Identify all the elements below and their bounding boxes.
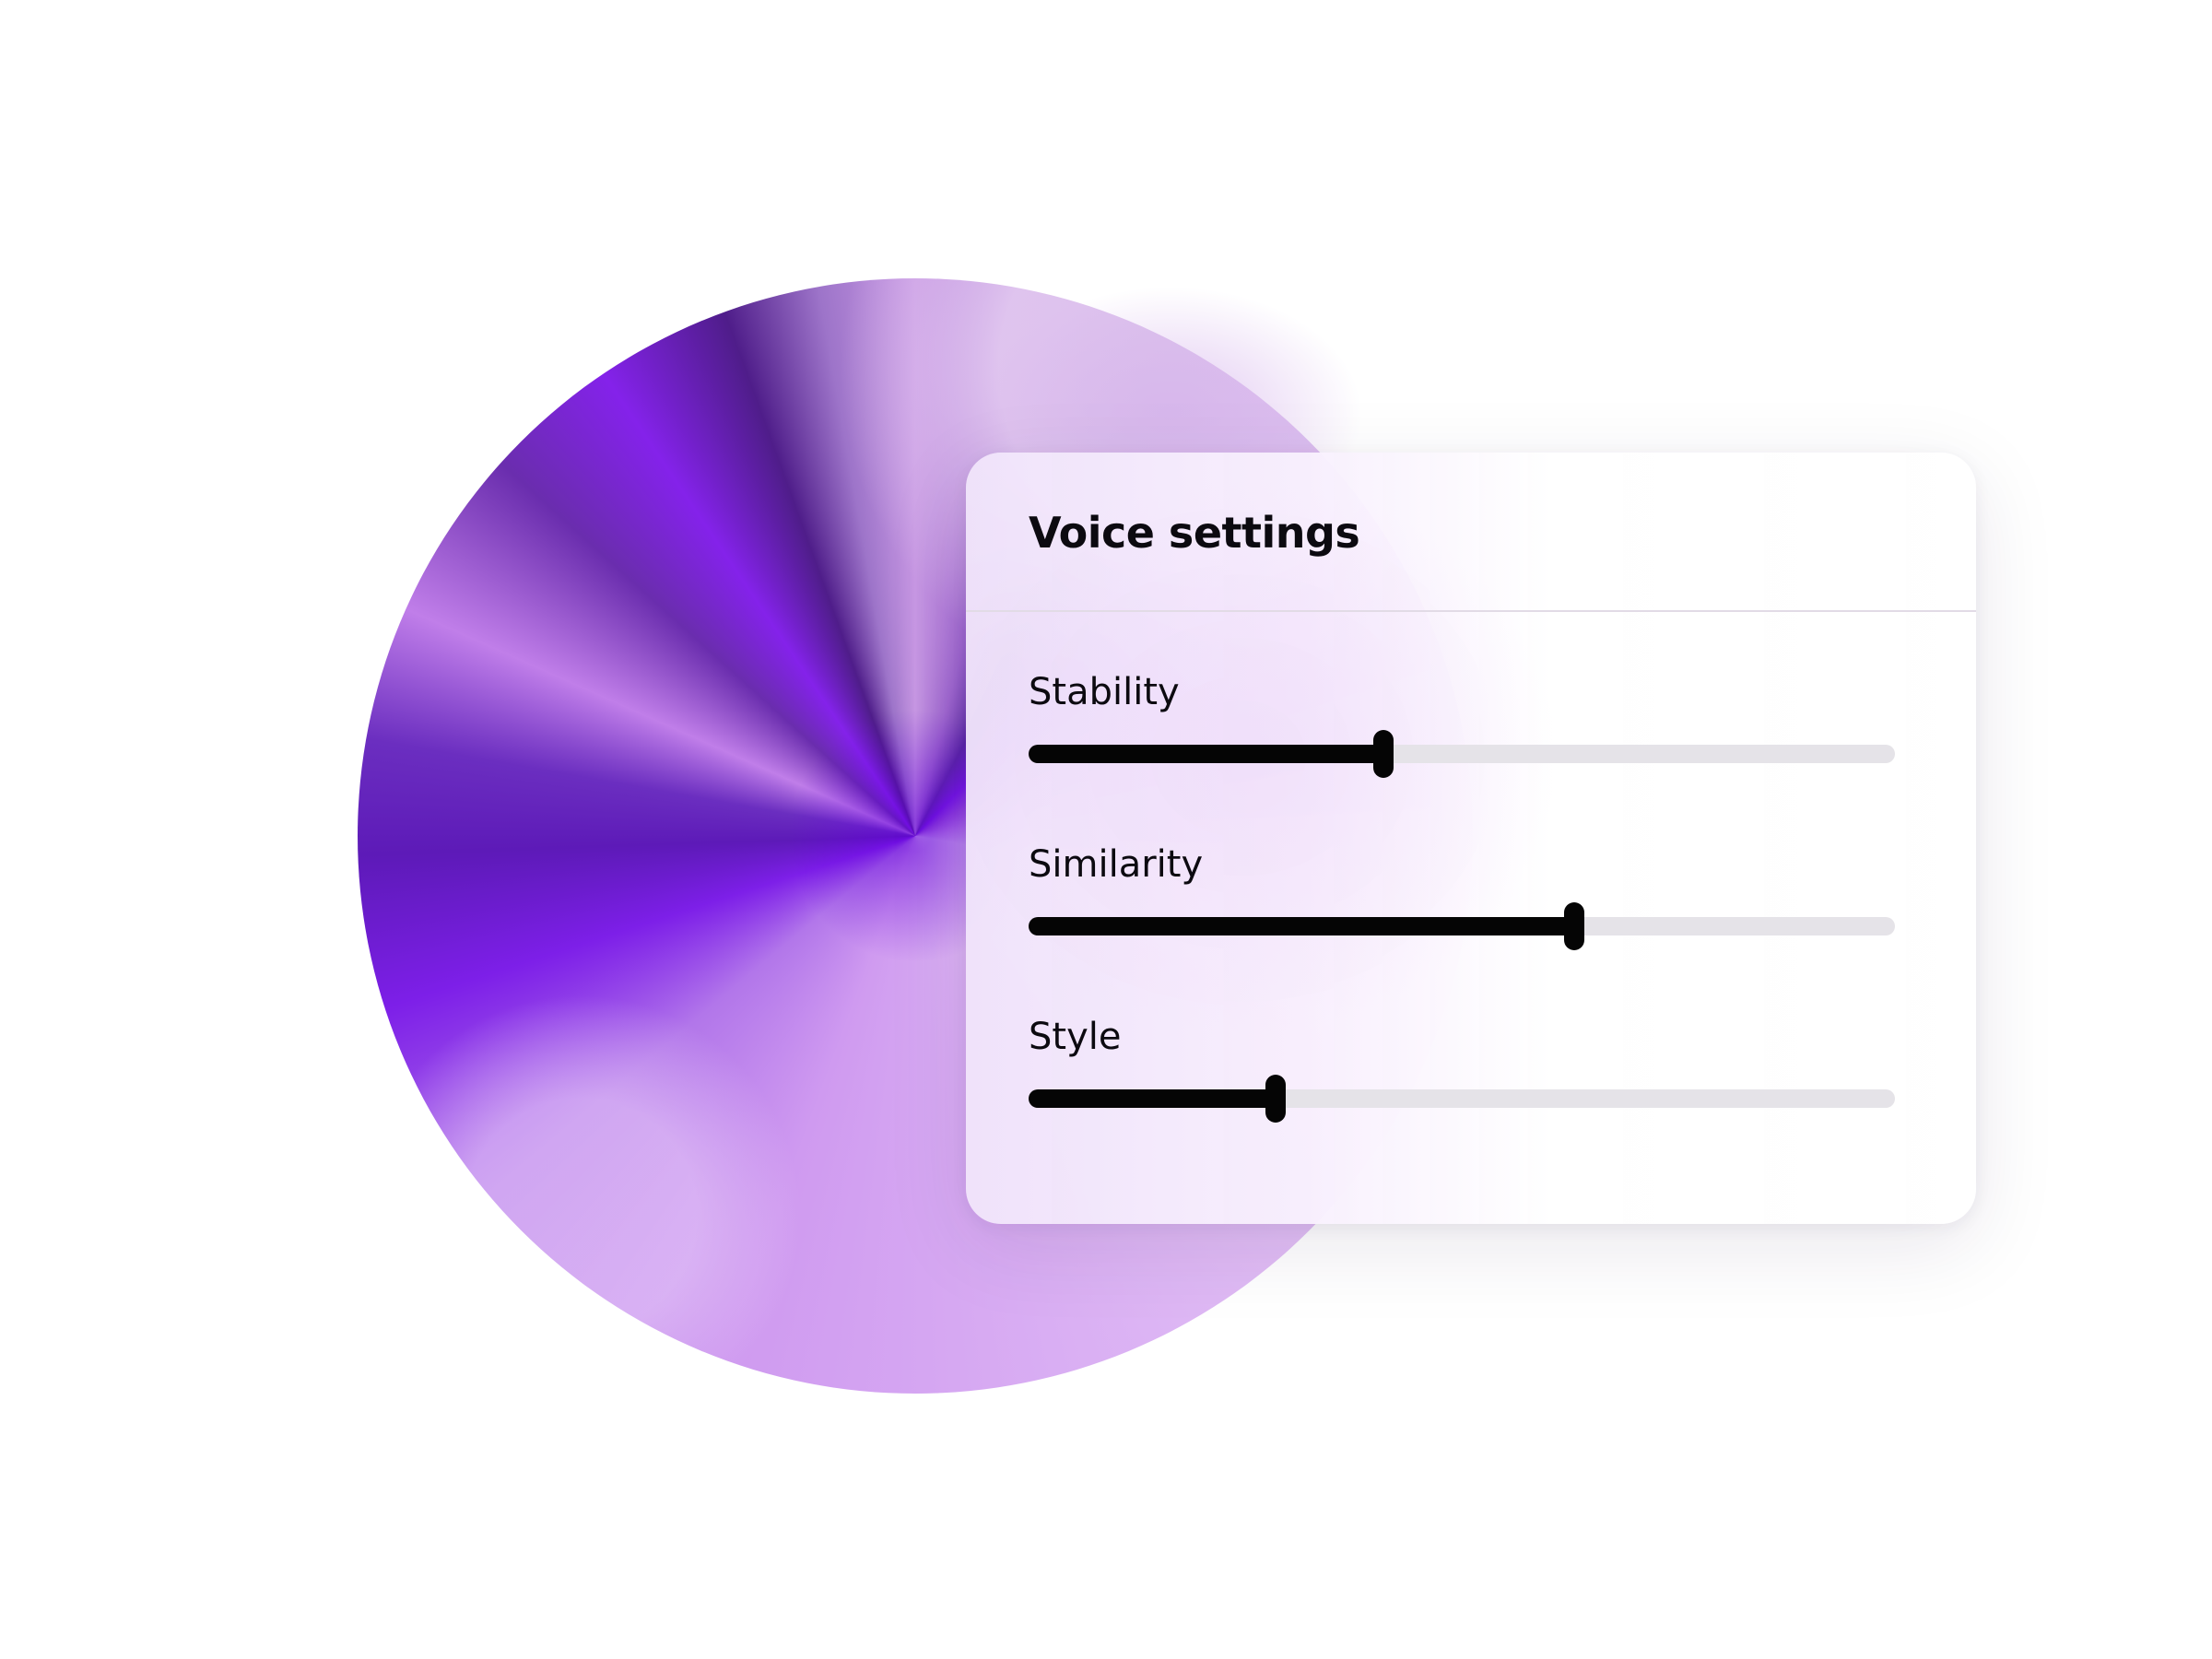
stability-slider-group: Stability xyxy=(1029,671,1895,778)
style-slider-thumb[interactable] xyxy=(1265,1075,1286,1123)
similarity-slider-group: Similarity xyxy=(1029,843,1895,950)
similarity-label: Similarity xyxy=(1029,843,1204,886)
stability-slider-fill xyxy=(1029,745,1384,763)
stability-label: Stability xyxy=(1029,671,1180,713)
stability-slider[interactable] xyxy=(1029,730,1895,778)
panel-header: Voice settings xyxy=(966,453,1976,612)
style-slider-group: Style xyxy=(1029,1016,1895,1123)
stage: Voice settings Stability Similarity Styl… xyxy=(0,0,2212,1659)
similarity-slider[interactable] xyxy=(1029,902,1895,950)
panel-title: Voice settings xyxy=(1029,508,1360,558)
similarity-slider-fill xyxy=(1029,917,1575,935)
style-slider-fill xyxy=(1029,1089,1276,1108)
style-slider[interactable] xyxy=(1029,1075,1895,1123)
voice-settings-panel: Voice settings Stability Similarity Styl… xyxy=(966,453,1976,1224)
stability-slider-thumb[interactable] xyxy=(1373,730,1394,778)
style-label: Style xyxy=(1029,1016,1122,1058)
similarity-slider-thumb[interactable] xyxy=(1564,902,1585,950)
